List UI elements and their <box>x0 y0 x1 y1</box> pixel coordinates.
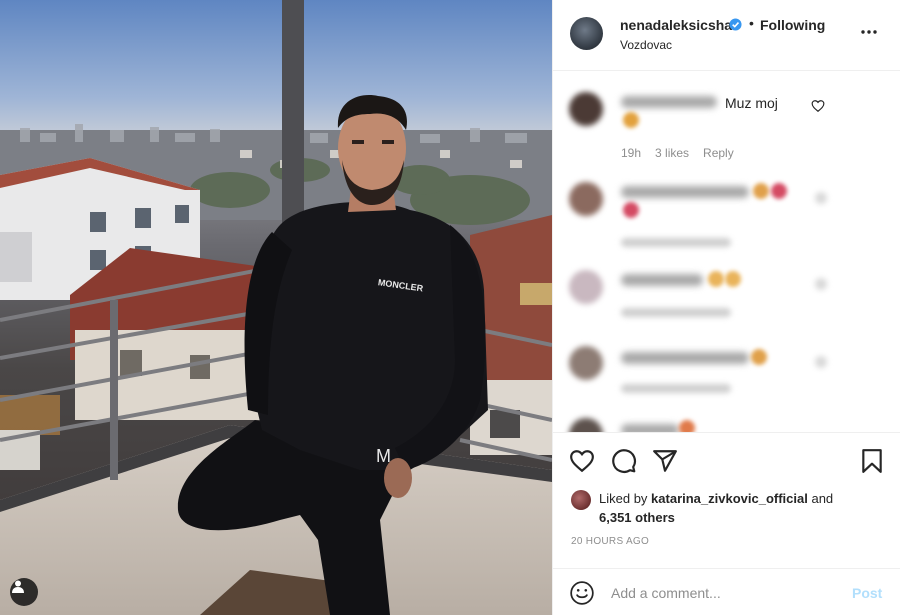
likes-summary: Liked by katarina_zivkovic_official and … <box>571 488 891 528</box>
share-icon[interactable] <box>652 448 678 474</box>
commenter-username-blurred <box>621 352 749 364</box>
comment-meta-blurred <box>621 238 731 247</box>
post-timestamp[interactable]: 20 HOURS AGO <box>571 536 649 547</box>
comment-like-icon[interactable] <box>815 192 827 204</box>
comment-item <box>553 344 900 404</box>
commenter-avatar[interactable] <box>569 418 603 432</box>
comment-likes[interactable]: 3 likes <box>655 146 689 160</box>
emoji-blurred <box>679 420 695 432</box>
post-comment-button[interactable]: Post <box>852 585 882 601</box>
likes-others[interactable]: 6,351 others <box>599 510 675 525</box>
emoji-blurred <box>753 183 769 199</box>
emoji-blurred <box>725 271 741 287</box>
add-comment-bar: Post <box>553 568 900 615</box>
comment-item <box>553 268 900 328</box>
commenter-username-blurred <box>621 274 703 286</box>
comment-meta: 19h 3 likes Reply <box>621 146 734 160</box>
commenter-username-blurred <box>621 96 717 108</box>
comment-reply[interactable]: Reply <box>703 146 734 160</box>
commenter-username-blurred <box>621 424 679 432</box>
pants-logo: M <box>376 446 391 466</box>
post-header: nenadaleksicsha • Following Vozdovac <box>553 0 900 71</box>
post-actions <box>553 432 900 488</box>
liker-avatar[interactable] <box>571 490 591 510</box>
comment-like-icon[interactable] <box>815 356 827 368</box>
comment-text: Muz moj <box>725 95 778 111</box>
post-location[interactable]: Vozdovac <box>620 38 672 52</box>
commenter-avatar[interactable] <box>569 346 603 380</box>
likes-prefix: Liked by <box>599 491 652 506</box>
emoji-blurred <box>708 271 724 287</box>
emoji-icon[interactable] <box>569 580 595 606</box>
user-tags-icon <box>12 580 24 593</box>
comment-meta-blurred <box>621 308 731 317</box>
post-side-panel: nenadaleksicsha • Following Vozdovac Muz… <box>552 0 900 615</box>
emoji-blurred <box>751 349 767 365</box>
comment-item <box>553 414 900 432</box>
more-options-icon[interactable] <box>859 22 879 42</box>
bookmark-icon[interactable] <box>859 448 885 474</box>
commenter-avatar[interactable] <box>569 270 603 304</box>
post-photo[interactable]: MONCLER M <box>0 0 552 615</box>
separator-dot: • <box>749 15 754 31</box>
liker-username[interactable]: katarina_zivkovic_official <box>651 491 808 506</box>
author-avatar[interactable] <box>570 17 603 50</box>
likes-and: and <box>807 491 834 506</box>
emoji-blurred <box>623 202 639 218</box>
comment-like-icon[interactable] <box>811 99 825 113</box>
commenter-username-blurred <box>621 186 749 198</box>
following-button[interactable]: Following <box>760 17 825 33</box>
comment-meta-blurred <box>621 384 731 393</box>
heart-icon[interactable] <box>569 448 595 474</box>
user-tags-button[interactable] <box>10 578 38 606</box>
commenter-avatar[interactable] <box>569 182 603 216</box>
commenter-avatar[interactable] <box>569 92 603 126</box>
comment-time[interactable]: 19h <box>621 146 641 160</box>
comment-item <box>553 180 900 250</box>
comments-list[interactable]: Muz moj 19h 3 likes Reply <box>553 72 900 432</box>
comment-like-icon[interactable] <box>815 278 827 290</box>
author-username[interactable]: nenadaleksicsha <box>620 17 732 33</box>
emoji-blurred <box>623 112 639 128</box>
emoji-blurred <box>771 183 787 199</box>
comment-icon[interactable] <box>611 448 637 474</box>
likes-line: Liked by katarina_zivkovic_official and <box>599 491 833 506</box>
comment-input[interactable] <box>611 583 831 603</box>
photo-scene: MONCLER M <box>0 0 552 615</box>
verified-badge-icon <box>729 18 742 31</box>
comment-item: Muz moj 19h 3 likes Reply <box>553 90 900 162</box>
